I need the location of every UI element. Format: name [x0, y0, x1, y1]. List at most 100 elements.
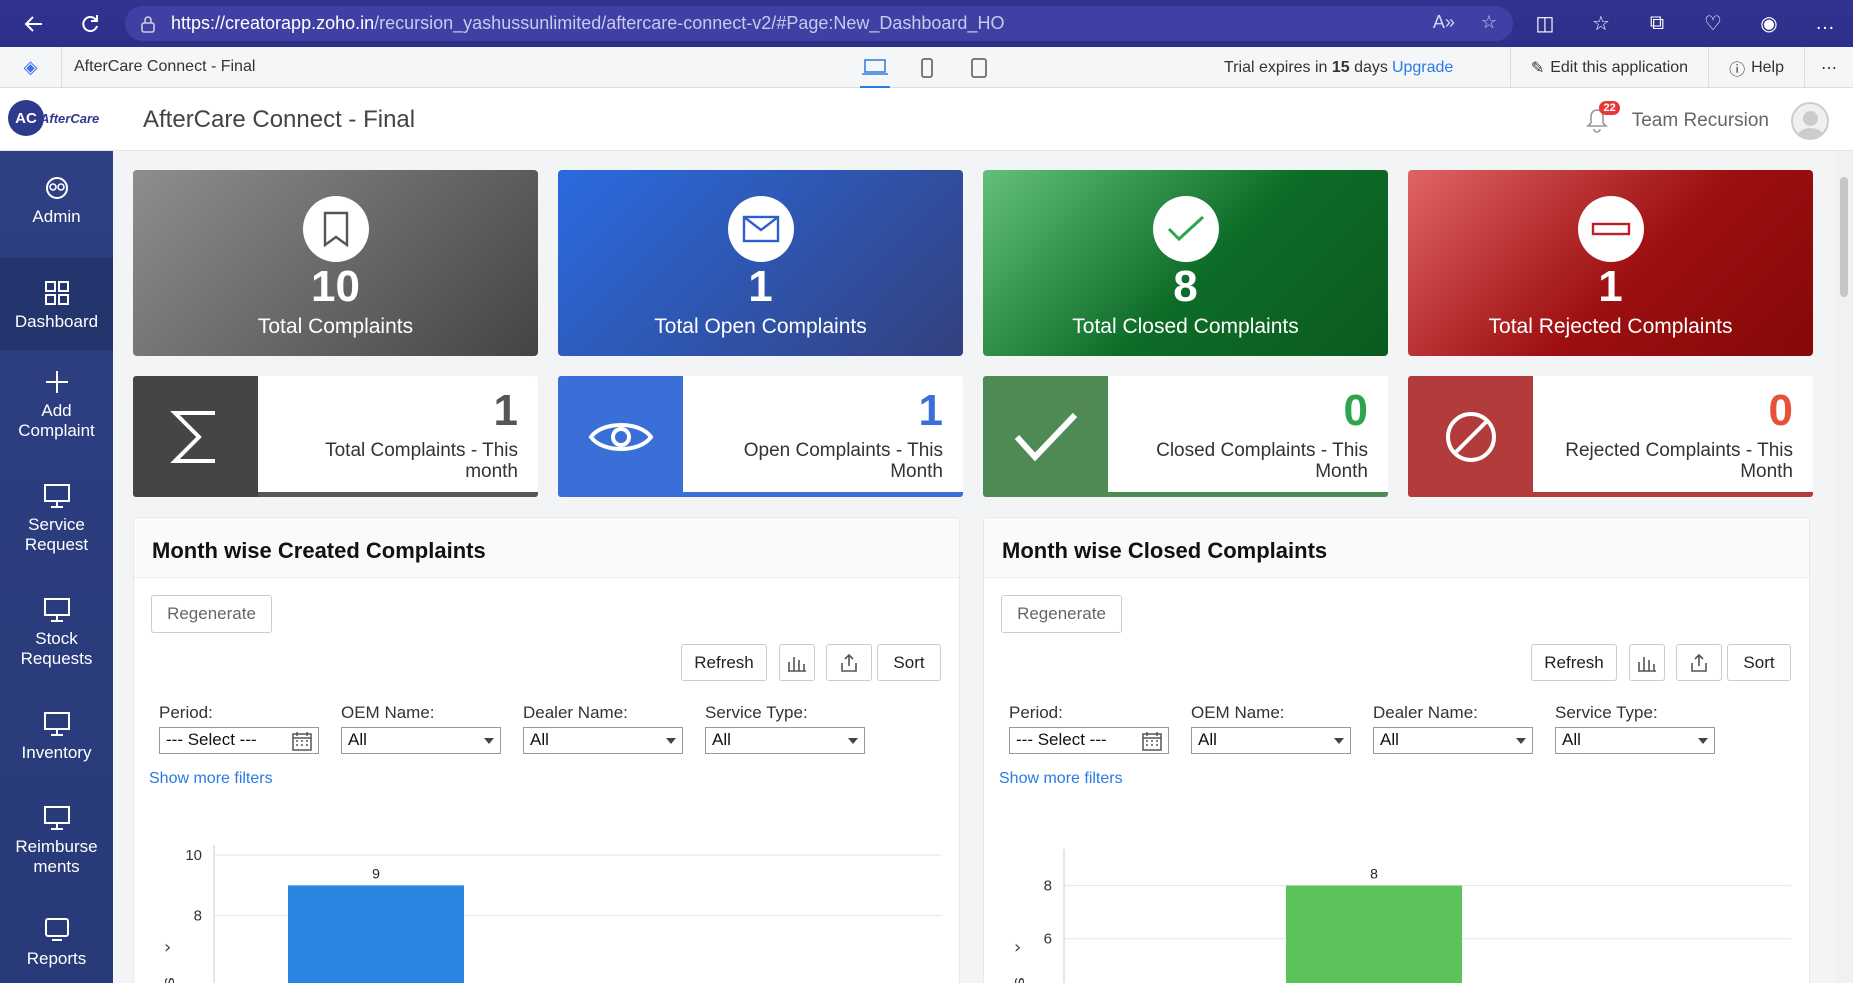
- dashboard-icon: [44, 281, 69, 305]
- check-icon: [1153, 196, 1219, 262]
- bar-data-label: 9: [372, 865, 380, 881]
- menu-more-icon[interactable]: ⋯: [1804, 47, 1853, 88]
- split-screen-icon[interactable]: ◫: [1517, 0, 1573, 47]
- sidebar-item-reports[interactable]: Reports: [0, 917, 113, 983]
- sidebar-item-add-complaint[interactable]: Add Complaint: [0, 369, 113, 459]
- sidebar-item-service-request[interactable]: Service Request: [0, 483, 113, 573]
- avatar[interactable]: [1791, 102, 1829, 140]
- page-scrollbar[interactable]: [1835, 151, 1853, 983]
- sidebar-item-stock-requests[interactable]: Stock Requests: [0, 597, 113, 687]
- regenerate-button[interactable]: Regenerate: [1001, 595, 1122, 633]
- chart-type-icon[interactable]: [779, 644, 815, 681]
- copilot-icon[interactable]: ◉: [1741, 0, 1797, 47]
- refresh-button[interactable]: Refresh: [1531, 644, 1617, 681]
- pencil-icon: ✎: [1530, 59, 1545, 77]
- total-rejected-card[interactable]: 1 Total Rejected Complaints: [1408, 170, 1813, 356]
- minus-icon: [1578, 196, 1644, 262]
- month-open-card[interactable]: 1 Open Complaints - This Month: [558, 376, 963, 497]
- card-value: 1: [493, 386, 518, 435]
- check-icon: [983, 376, 1108, 497]
- more-icon[interactable]: …: [1797, 0, 1853, 47]
- scrollbar-thumb[interactable]: [1840, 177, 1848, 297]
- month-closed-card[interactable]: 0 Closed Complaints - This Month: [983, 376, 1388, 497]
- dealer-select[interactable]: All: [523, 727, 683, 754]
- card-label: Closed Complaints - This Month: [1156, 440, 1368, 482]
- admin-icon: [45, 177, 68, 199]
- back-icon[interactable]: [14, 4, 54, 44]
- closed-complaints-panel: Month wise Closed Complaints Regenerate …: [983, 517, 1810, 983]
- card-label: Total Closed Complaints: [1072, 315, 1299, 338]
- zoho-creator-icon[interactable]: ◈: [0, 46, 62, 88]
- card-label: Rejected Complaints - This Month: [1565, 440, 1793, 482]
- desktop-view-icon[interactable]: [860, 47, 890, 88]
- oem-label: OEM Name:: [341, 703, 435, 722]
- browser-toolbar: https://creatorapp.zoho.in/recursion_yas…: [0, 0, 1853, 47]
- favorite-star-icon[interactable]: ☆: [1481, 12, 1497, 33]
- closed-complaints-chart: 8 6 8 nts ›: [1009, 849, 1791, 983]
- month-total-card[interactable]: 1 Total Complaints - This month: [133, 376, 538, 497]
- dealer-label: Dealer Name:: [523, 703, 628, 722]
- calendar-icon[interactable]: [292, 731, 312, 751]
- sidebar-item-dashboard[interactable]: Dashboard: [0, 258, 113, 350]
- collections-icon[interactable]: ⧉: [1629, 0, 1685, 47]
- card-value: 1: [1598, 262, 1623, 311]
- eye-icon: [558, 376, 683, 497]
- upgrade-link[interactable]: Upgrade: [1392, 59, 1453, 76]
- chevron-right-icon: ›: [1014, 937, 1021, 958]
- period-field[interactable]: --- Select ---: [159, 727, 319, 754]
- lock-icon: [141, 15, 155, 33]
- created-complaints-chart: 10 8 9 nts ›: [159, 845, 941, 983]
- show-more-filters-link[interactable]: Show more filters: [999, 770, 1123, 788]
- regenerate-button[interactable]: Regenerate: [151, 595, 272, 633]
- trial-notice: Trial expires in 15 days Upgrade: [1224, 59, 1454, 76]
- bar-data-label: 8: [1370, 866, 1378, 882]
- service-type-label: Service Type:: [705, 703, 808, 722]
- edit-application-button[interactable]: ✎ Edit this application: [1509, 47, 1708, 88]
- help-button[interactable]: ⓘ Help: [1708, 47, 1804, 88]
- period-field[interactable]: --- Select ---: [1009, 727, 1169, 754]
- chart-type-icon[interactable]: [1629, 644, 1665, 681]
- refresh-icon[interactable]: [70, 4, 110, 44]
- sidebar-item-admin[interactable]: Admin: [0, 175, 113, 255]
- health-icon[interactable]: ♡: [1685, 0, 1741, 47]
- panel-title: Month wise Closed Complaints: [984, 518, 1809, 578]
- user-name[interactable]: Team Recursion: [1632, 110, 1769, 132]
- chevron-down-icon: [666, 738, 676, 744]
- chevron-down-icon: [1698, 738, 1708, 744]
- export-icon[interactable]: [826, 644, 872, 681]
- oem-select[interactable]: All: [341, 727, 501, 754]
- created-complaints-panel: Month wise Created Complaints Regenerate…: [133, 517, 960, 983]
- notification-bell-icon[interactable]: 22: [1585, 101, 1620, 135]
- sort-button[interactable]: Sort: [1727, 644, 1791, 681]
- calendar-icon[interactable]: [1142, 731, 1162, 751]
- mobile-view-icon[interactable]: [912, 47, 942, 88]
- service-type-label: Service Type:: [1555, 703, 1658, 722]
- total-open-card[interactable]: 1 Total Open Complaints: [558, 170, 963, 356]
- total-complaints-card[interactable]: 10 Total Complaints: [133, 170, 538, 356]
- refresh-button[interactable]: Refresh: [681, 644, 767, 681]
- card-label: Open Complaints - This Month: [743, 440, 943, 482]
- bar: [288, 885, 464, 983]
- sidebar-item-inventory[interactable]: Inventory: [0, 711, 113, 791]
- tablet-view-icon[interactable]: [964, 47, 994, 88]
- show-more-filters-link[interactable]: Show more filters: [149, 770, 273, 788]
- dealer-select[interactable]: All: [1373, 727, 1533, 754]
- total-closed-card[interactable]: 8 Total Closed Complaints: [983, 170, 1388, 356]
- sort-button[interactable]: Sort: [877, 644, 941, 681]
- service-type-select[interactable]: All: [705, 727, 865, 754]
- favorites-icon[interactable]: ☆: [1573, 0, 1629, 47]
- sigma-icon: [133, 376, 258, 497]
- sidebar-item-reimbursements[interactable]: Reimburse ments: [0, 805, 113, 895]
- chevron-down-icon: [848, 738, 858, 744]
- brand-logo[interactable]: AC AfterCare: [8, 98, 108, 138]
- read-aloud-icon[interactable]: A»: [1433, 12, 1455, 33]
- chevron-down-icon: [1334, 738, 1344, 744]
- export-icon[interactable]: [1676, 644, 1722, 681]
- chevron-right-icon: ›: [164, 937, 171, 958]
- y-tick-label: 8: [1044, 878, 1052, 895]
- oem-select[interactable]: All: [1191, 727, 1351, 754]
- address-bar[interactable]: https://creatorapp.zoho.in/recursion_yas…: [125, 6, 1513, 41]
- service-type-select[interactable]: All: [1555, 727, 1715, 754]
- bookmark-icon: [303, 196, 369, 262]
- month-rejected-card[interactable]: 0 Rejected Complaints - This Month: [1408, 376, 1813, 497]
